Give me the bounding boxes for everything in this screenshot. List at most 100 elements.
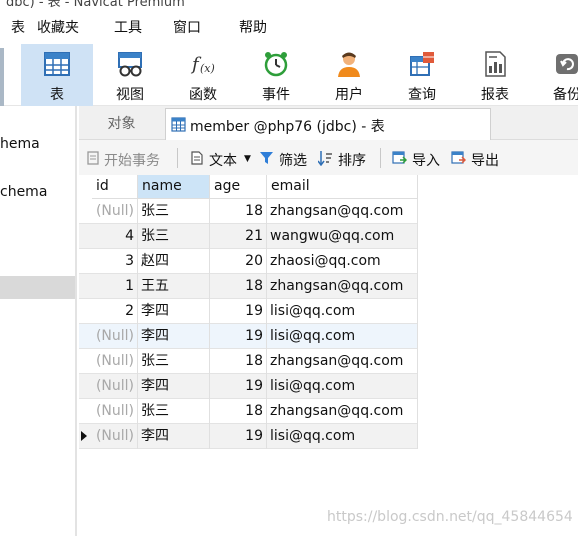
table-tab-icon <box>171 117 186 132</box>
begin-transaction-icon <box>87 151 99 165</box>
cell-id[interactable]: 2 <box>92 299 138 324</box>
toolbar-report-label: 报表 <box>481 87 509 103</box>
user-icon <box>338 52 360 77</box>
cell-email[interactable]: lisi@qq.com <box>267 324 418 349</box>
cell-name[interactable]: 李四 <box>138 374 210 399</box>
toolbar-separator <box>380 148 381 168</box>
table-row[interactable]: (Null) 张三 18 zhangsan@qq.com <box>79 399 418 424</box>
table-row[interactable]: 3 赵四 20 zhaosi@qq.com <box>79 249 418 274</box>
svg-text:(x): (x) <box>200 62 215 75</box>
toolbar-view-button[interactable]: 视图 <box>94 44 166 106</box>
cell-age[interactable]: 18 <box>210 274 267 299</box>
menu-tools[interactable]: 工具 <box>114 17 142 37</box>
cell-name[interactable]: 王五 <box>138 274 210 299</box>
cell-age[interactable]: 18 <box>210 199 267 224</box>
view-icon <box>118 52 142 77</box>
column-header-email[interactable]: email <box>267 175 418 199</box>
cell-email[interactable]: wangwu@qq.com <box>267 224 418 249</box>
report-icon <box>485 51 506 77</box>
cell-id[interactable]: (Null) <box>92 399 138 424</box>
toolbar-backup-button[interactable]: 备份 <box>532 44 578 106</box>
cell-age[interactable]: 19 <box>210 299 267 324</box>
cell-email[interactable]: zhangsan@qq.com <box>267 349 418 374</box>
sidebar-item-schema-1[interactable]: hema <box>0 136 40 152</box>
cell-age[interactable]: 19 <box>210 324 267 349</box>
function-icon: f (x) <box>190 54 215 75</box>
cell-age[interactable]: 20 <box>210 249 267 274</box>
cell-id[interactable]: 4 <box>92 224 138 249</box>
table-row[interactable]: (Null) 李四 19 lisi@qq.com <box>79 424 418 449</box>
table-row[interactable]: (Null) 李四 19 lisi@qq.com <box>79 324 418 349</box>
cell-email[interactable]: zhangsan@qq.com <box>267 399 418 424</box>
cell-age[interactable]: 19 <box>210 424 267 449</box>
cell-name[interactable]: 李四 <box>138 424 210 449</box>
import-button[interactable]: 导入 <box>412 150 440 170</box>
sort-button[interactable]: 排序 <box>338 150 366 170</box>
cell-email[interactable]: zhangsan@qq.com <box>267 274 418 299</box>
table-row[interactable]: (Null) 李四 19 lisi@qq.com <box>79 374 418 399</box>
filter-button[interactable]: 筛选 <box>279 150 307 170</box>
cell-name[interactable]: 赵四 <box>138 249 210 274</box>
toolbar-user-button[interactable]: 用户 <box>313 44 385 106</box>
cell-name[interactable]: 张三 <box>138 224 210 249</box>
cell-age[interactable]: 21 <box>210 224 267 249</box>
cell-age[interactable]: 19 <box>210 374 267 399</box>
table-row[interactable]: (Null) 张三 18 zhangsan@qq.com <box>79 199 418 224</box>
toolbar-view-label: 视图 <box>116 87 144 103</box>
import-icon <box>392 151 407 164</box>
text-view-button[interactable]: 文本 <box>209 150 237 170</box>
toolbar-query-button[interactable]: 查询 <box>386 44 458 106</box>
column-header-id[interactable]: id <box>92 175 138 199</box>
column-header-age[interactable]: age <box>210 175 267 199</box>
toolbar-function-button[interactable]: f (x) 函数 <box>167 44 239 106</box>
text-dropdown-arrow-icon[interactable]: ▼ <box>244 154 251 164</box>
tab-objects[interactable]: 对象 <box>79 110 164 140</box>
menu-table[interactable]: 表 <box>11 17 25 37</box>
cell-name[interactable]: 张三 <box>138 399 210 424</box>
cell-id[interactable]: (Null) <box>92 349 138 374</box>
export-button[interactable]: 导出 <box>471 150 499 170</box>
table-row[interactable]: 2 李四 19 lisi@qq.com <box>79 299 418 324</box>
cell-id[interactable]: (Null) <box>92 374 138 399</box>
cell-name[interactable]: 李四 <box>138 299 210 324</box>
cell-email[interactable]: lisi@qq.com <box>267 374 418 399</box>
cell-email[interactable]: zhangsan@qq.com <box>267 199 418 224</box>
toolbar-table-button[interactable]: 表 <box>21 44 93 106</box>
toolbar-separator <box>177 148 178 168</box>
connection-sidebar: hema chema <box>0 106 77 536</box>
table-row[interactable]: 4 张三 21 wangwu@qq.com <box>79 224 418 249</box>
cell-name[interactable]: 李四 <box>138 324 210 349</box>
table-toolbar: 开始事务 文本 ▼ 筛选 排序 导入 导出 <box>79 140 578 175</box>
menu-favorites[interactable]: 收藏夹 <box>37 17 79 37</box>
cell-email[interactable]: zhaosi@qq.com <box>267 249 418 274</box>
toolbar-event-button[interactable]: 事件 <box>240 44 312 106</box>
cell-age[interactable]: 18 <box>210 399 267 424</box>
sidebar-item-schema-2[interactable]: chema <box>0 184 47 200</box>
toolbar-function-label: 函数 <box>189 87 217 103</box>
cell-name[interactable]: 张三 <box>138 349 210 374</box>
backup-icon <box>556 54 578 74</box>
cell-name[interactable]: 张三 <box>138 199 210 224</box>
table-row[interactable]: (Null) 张三 18 zhangsan@qq.com <box>79 349 418 374</box>
cell-id[interactable]: 1 <box>92 274 138 299</box>
cell-email[interactable]: lisi@qq.com <box>267 299 418 324</box>
cell-id[interactable]: 3 <box>92 249 138 274</box>
cell-email[interactable]: lisi@qq.com <box>267 424 418 449</box>
toolbar-user-label: 用户 <box>335 87 363 103</box>
cell-age[interactable]: 18 <box>210 349 267 374</box>
toolbar-report-button[interactable]: 报表 <box>459 44 531 106</box>
column-header-name[interactable]: name <box>138 175 210 199</box>
cell-id[interactable]: (Null) <box>92 199 138 224</box>
begin-transaction-button[interactable]: 开始事务 <box>104 150 160 170</box>
cell-id[interactable]: (Null) <box>92 424 138 449</box>
menu-window[interactable]: 窗口 <box>173 17 201 37</box>
table-row[interactable]: 1 王五 18 zhangsan@qq.com <box>79 274 418 299</box>
tab-member-table[interactable]: member @php76 (jdbc) - 表 <box>165 108 491 141</box>
cell-id[interactable]: (Null) <box>92 324 138 349</box>
toolbar-backup-label: 备份 <box>553 87 578 103</box>
sidebar-selected-item[interactable] <box>0 276 75 299</box>
filter-icon <box>260 152 273 164</box>
toolbar-event-label: 事件 <box>262 87 290 103</box>
window-title: dbc) - 表 - Navicat Premium <box>0 0 578 8</box>
menu-help[interactable]: 帮助 <box>239 17 267 37</box>
